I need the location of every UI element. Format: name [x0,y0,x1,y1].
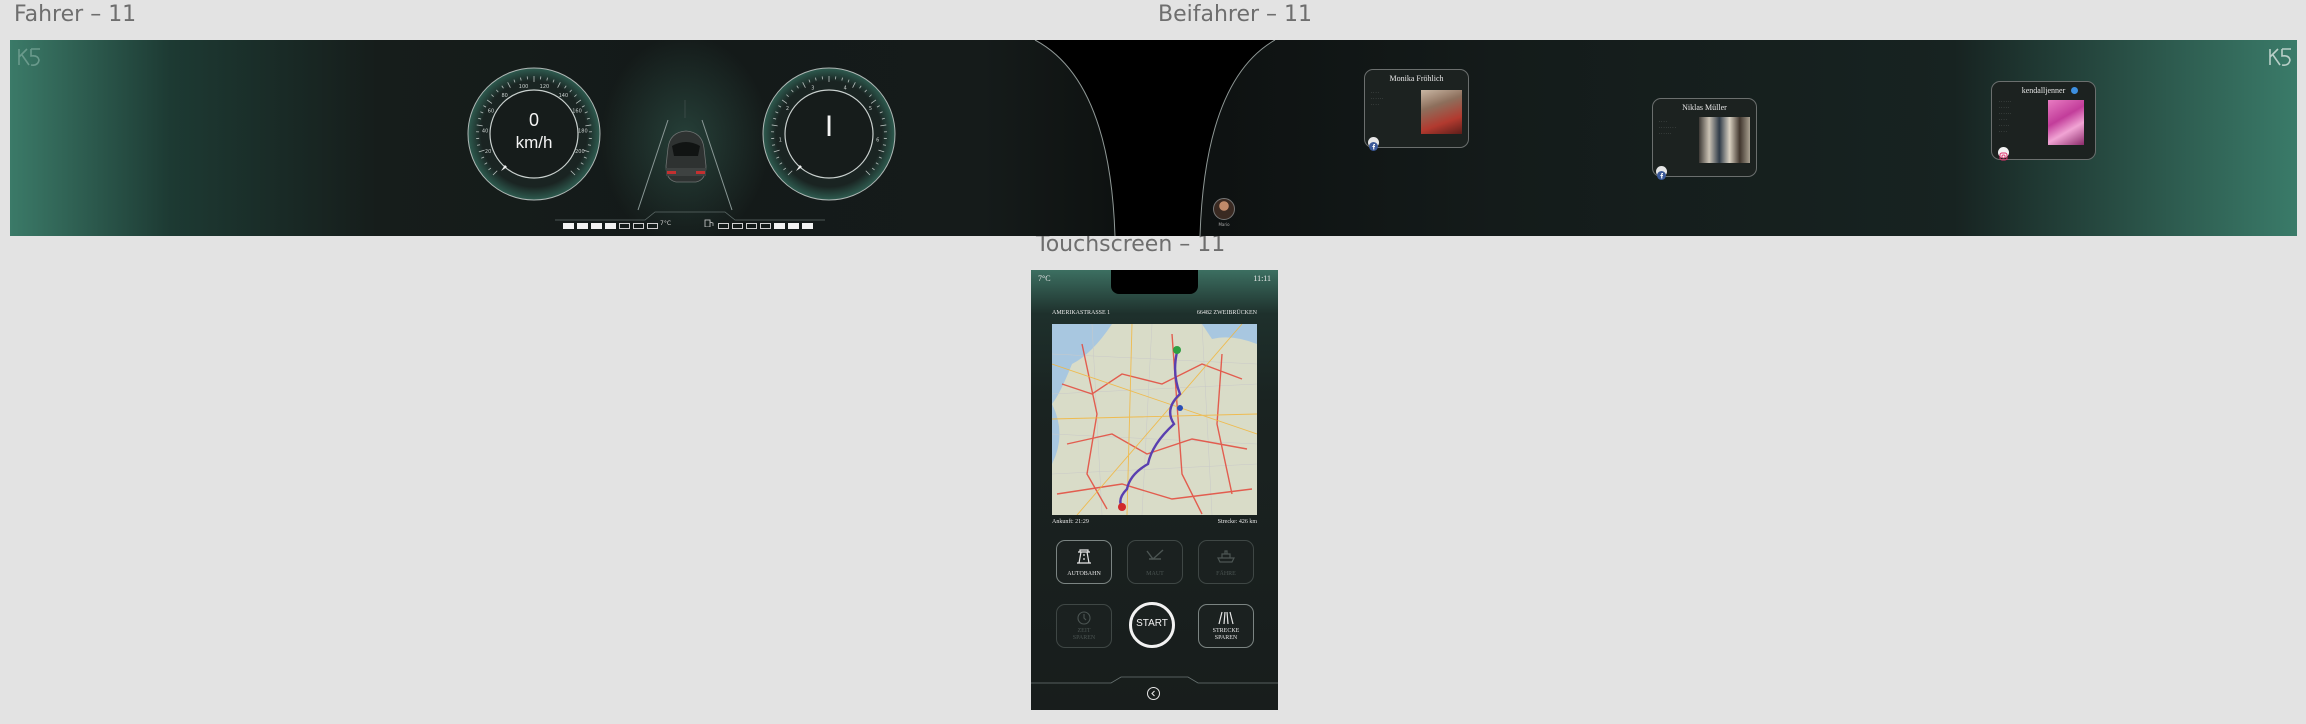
maut-label: MAUT [1146,571,1164,577]
strecke-sparen-button[interactable]: STRECKE SPAREN [1198,604,1254,648]
speed-unit: km/h [515,133,553,152]
instagram-icon[interactable] [1998,147,2009,161]
gauge-segment [760,223,771,229]
card-text: · · · · · · · · · · · · · · [1371,90,1383,108]
card-text: · · · · · · · · · · · · · · · · · · [1659,119,1676,137]
card-text: · · · · · · · · · · · · · · · · · · · · … [1999,99,2011,135]
faehre-button[interactable]: FÄHRE [1198,540,1254,584]
autobahn-label: AUTOBAHN [1067,571,1101,577]
zeit-label-line2: SPAREN [1072,635,1096,641]
zeit-sparen-label: ZEIT SPAREN [1057,628,1111,642]
speed-tick-label: 120 [540,84,550,90]
rpm-tick-label: 4 [844,86,847,92]
card-name: Niklas Müller [1682,103,1727,112]
avatar-label: Mario [1218,222,1230,227]
faehre-label: FÄHRE [1216,571,1236,577]
rpm-tick-label: 3 [811,86,814,92]
gauge-segment [633,223,644,229]
k5-logo-icon [18,48,40,66]
card-text-line: · · · · · · [1659,132,1672,136]
route-start-marker [1173,346,1181,354]
driver-edge-shape [1034,40,1155,236]
route-distance: Strecke: 426 km [1217,519,1257,525]
route-waypoint-marker [1177,405,1183,411]
card-name: Monika Fröhlich [1389,74,1444,83]
verified-badge-icon [2071,87,2078,94]
avatar[interactable] [1213,198,1235,220]
strecke-label-line2: SPAREN [1214,635,1238,641]
start-label: START [1136,618,1168,629]
clock-icon [1077,611,1091,625]
social-card-monika[interactable]: Monika Fröhlich · · · · · · · · · · · · … [1364,69,1469,151]
passenger-artboard-label: Beifahrer – 11 [1158,2,1313,27]
ferry-icon [1217,550,1235,563]
zeit-label-line1: ZEIT [1077,628,1091,634]
autobahn-button[interactable]: AUTOBAHN [1056,540,1112,584]
start-button[interactable]: START [1129,602,1175,648]
facebook-icon[interactable] [1656,166,1667,180]
speed-value: 0 [528,110,539,130]
notch [1111,270,1198,294]
gauge-segment [577,223,588,229]
back-button[interactable] [1147,687,1160,700]
ts-clock: 11:11 [1253,274,1271,283]
strecke-label-line1: STRECKE [1212,628,1240,634]
social-card-niklas[interactable]: Niklas Müller · · · · · · · · · · · · · … [1652,98,1757,180]
route-destination-marker [1118,503,1126,511]
road-icon [1218,611,1234,625]
touchscreen: 7°C 11:11 AMERIKASTRASSE 1 66482 ZWEIBRÜ… [1031,270,1278,710]
card-photo[interactable] [2048,100,2084,145]
gauge-segment [605,223,616,229]
social-card-kendall[interactable]: kendalljenner · · · · · · · · · · · · · … [1991,81,2096,161]
driver-display: 20 40 60 80 100 120 140 160 180 200 0 km/h 123456… [10,40,1155,236]
gauge-segment [732,223,743,229]
toll-icon [1146,549,1164,561]
driver-artboard-label: Fahrer – 11 [14,2,137,27]
gauge-segment [563,223,574,229]
route-street: AMERIKASTRASSE 1 [1052,310,1111,316]
gauge-segment [591,223,602,229]
gauge-segment [788,223,799,229]
gauge-segment [647,223,658,229]
gauge-segment [718,223,729,229]
speed-tick-label: 80 [501,93,507,99]
maut-button[interactable]: MAUT [1127,540,1183,584]
gauge-segment [619,223,630,229]
card-name: kendalljenner [2021,86,2066,95]
gauge-segment [746,223,757,229]
highway-icon [1077,549,1091,564]
speed-tick-label: 100 [519,84,529,90]
route-city: 66482 ZWEIBRÜCKEN [1196,310,1257,316]
driver-temperature: 7°C [660,220,672,227]
arrival-time: Ankunft: 21:29 [1052,519,1089,525]
route-map[interactable] [1052,324,1257,515]
card-text-line: · · · · [1999,130,2007,134]
gear-indicator: I [824,110,834,143]
facebook-icon[interactable] [1368,137,1379,151]
card-text-line: · · · · [1371,103,1379,107]
fuel-pump-icon [704,219,714,227]
card-photo[interactable] [1699,117,1750,163]
speed-tick-label: 140 [559,93,569,99]
gauge-segment [802,223,813,229]
ts-temperature: 7°C [1038,274,1051,283]
back-chevron-icon [1151,690,1155,697]
k5-logo-icon [2269,48,2291,66]
zeit-sparen-button[interactable]: ZEIT SPAREN [1056,604,1112,648]
passenger-display: Mario Monika Fröhlich · · · · · · · · · … [1155,40,2297,236]
car-top-icon [665,130,707,183]
card-photo[interactable] [1421,90,1462,134]
strecke-sparen-label: STRECKE SPAREN [1199,628,1253,642]
gauge-segment [774,223,785,229]
